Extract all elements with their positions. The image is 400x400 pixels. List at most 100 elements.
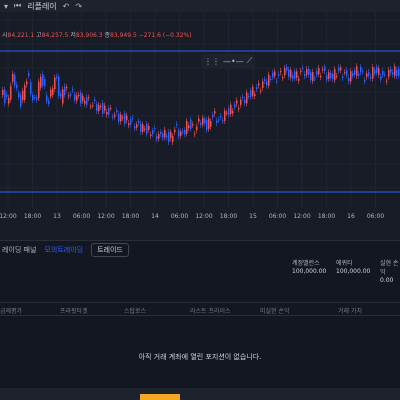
undo-icon[interactable]: ↶	[63, 2, 70, 11]
candle	[274, 71, 276, 77]
candle	[32, 95, 34, 100]
candle	[256, 87, 258, 90]
drag-icon[interactable]: ⋮⋮	[204, 57, 220, 66]
candle	[22, 90, 24, 101]
candle	[50, 89, 52, 97]
candle	[34, 97, 36, 99]
candle	[168, 132, 170, 143]
candle	[18, 92, 20, 98]
candle	[284, 67, 286, 76]
x-tick-label: 18:00	[24, 213, 41, 220]
horizontal-line-icon[interactable]: —•—	[223, 57, 244, 66]
x-tick-label: 12:00	[0, 213, 17, 220]
trendline-icon[interactable]: ⟋	[247, 56, 253, 66]
candle	[84, 100, 86, 104]
candle	[54, 77, 56, 90]
x-tick-label: 12:00	[97, 213, 114, 220]
candle	[122, 117, 124, 119]
col-header[interactable]: 라스트 프라이스	[190, 306, 231, 315]
tab-trade[interactable]: 트레이드	[91, 242, 129, 257]
candle	[314, 78, 316, 80]
x-tick-label: 15	[249, 213, 257, 220]
candle	[16, 84, 18, 89]
candle	[96, 104, 98, 111]
candle	[394, 66, 396, 76]
candle	[230, 104, 232, 114]
candle	[172, 136, 174, 143]
x-tick-label: 18:00	[220, 213, 237, 220]
candle	[160, 132, 162, 135]
candle	[200, 123, 202, 125]
x-tick-label: 13	[53, 213, 61, 220]
replay-icon[interactable]: ⏮	[14, 1, 21, 11]
candle	[340, 67, 342, 71]
candle	[326, 75, 328, 80]
candle	[304, 74, 306, 77]
candle	[282, 77, 284, 79]
candle	[360, 66, 362, 73]
col-header[interactable]: 거래 가치	[338, 306, 362, 315]
candle	[132, 118, 134, 120]
candle	[158, 133, 160, 139]
candle	[4, 89, 6, 104]
positions-table-header: 금제평가 프라핏타겟 스탑로스 라스트 프라이스 미실현 손익 거래 가치	[0, 302, 400, 316]
tab-trading-panel[interactable]: 레이딩 패널	[2, 245, 36, 255]
candle	[182, 131, 184, 133]
candle	[236, 100, 238, 104]
x-tick-label: 06:00	[367, 213, 384, 220]
candle	[38, 81, 40, 99]
candle	[26, 81, 28, 85]
price-chart[interactable]: 12:00 18:00 13 06:00 12:00 18:00 14 06:00 12:00 1…	[0, 12, 400, 240]
candle	[120, 114, 122, 122]
candle	[12, 73, 14, 82]
x-tick-label: 06:00	[73, 213, 90, 220]
candle	[296, 71, 298, 78]
candle	[134, 126, 136, 129]
bottom-bar	[0, 388, 400, 400]
redo-icon[interactable]: ↷	[75, 2, 82, 11]
candle	[320, 75, 322, 78]
candle	[222, 120, 224, 122]
highlight-tab[interactable]	[140, 394, 180, 400]
col-header[interactable]: 미실현 손익	[260, 306, 290, 315]
candle	[198, 118, 200, 122]
chart-svg[interactable]: 12:00 18:00 13 06:00 12:00 18:00 14 06:00 12:00 1…	[0, 12, 400, 240]
candle	[298, 78, 300, 81]
candle	[258, 83, 260, 86]
candle	[262, 81, 264, 88]
candle	[348, 78, 350, 82]
candle	[354, 70, 356, 75]
candle	[174, 129, 176, 133]
col-header[interactable]: 금제평가	[0, 306, 22, 315]
col-header[interactable]: 스탑로스	[124, 306, 146, 315]
candle	[86, 97, 88, 105]
candle	[204, 118, 206, 124]
candle	[48, 100, 50, 104]
x-tick-label: 06:00	[171, 213, 188, 220]
candle	[246, 92, 248, 104]
candle	[344, 72, 346, 74]
candle	[194, 133, 196, 135]
candle	[318, 67, 320, 75]
candle	[272, 72, 274, 78]
candle	[146, 123, 148, 134]
chevron-icon[interactable]: ▾	[4, 2, 8, 11]
x-tick-label: 12:00	[195, 213, 212, 220]
candle	[288, 69, 290, 77]
candle	[260, 90, 262, 92]
candle	[62, 89, 64, 104]
candle	[104, 105, 106, 111]
candle	[248, 95, 250, 97]
candle	[70, 94, 72, 96]
candle	[212, 114, 214, 118]
candle	[40, 76, 42, 88]
candle	[328, 72, 330, 79]
candle	[210, 121, 212, 127]
replay-label[interactable]: 리플레이	[27, 1, 56, 12]
x-tick-label: 18:00	[318, 213, 335, 220]
candle	[118, 113, 120, 122]
col-header[interactable]: 프라핏타겟	[60, 306, 88, 315]
candle	[370, 76, 372, 78]
tab-paper-trading[interactable]: 모의트레이딩	[44, 245, 83, 255]
candle	[378, 68, 380, 75]
